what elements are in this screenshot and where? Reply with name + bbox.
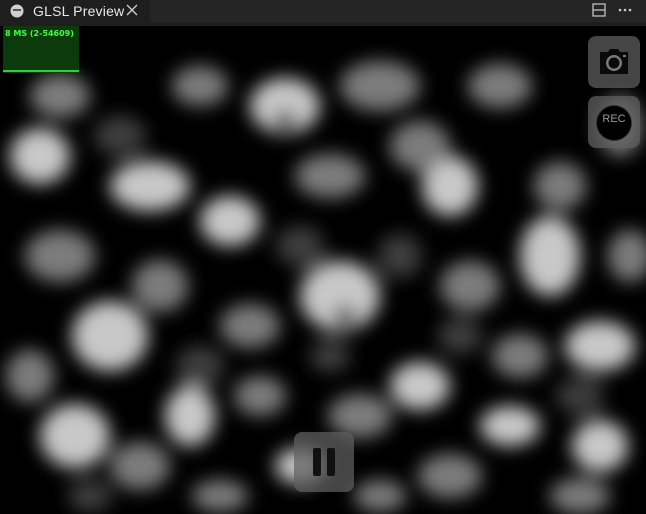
editor-tab-bar: GLSL Preview: [0, 0, 646, 22]
pause-bar-right: [327, 448, 335, 476]
more-actions-icon[interactable]: [617, 2, 633, 18]
glsl-preview-icon: [10, 4, 24, 18]
record-label: REC: [602, 113, 626, 125]
record-button[interactable]: REC: [588, 96, 640, 148]
split-editor-icon[interactable]: [591, 2, 607, 18]
camera-icon: [600, 49, 628, 74]
screenshot-button[interactable]: [588, 36, 640, 88]
pause-bar-left: [313, 448, 321, 476]
frame-time-readout: 8 MS (2-54609): [5, 29, 74, 38]
frame-time-graph: [3, 70, 79, 72]
tab-glsl-preview[interactable]: GLSL Preview: [0, 0, 150, 22]
tab-title: GLSL Preview: [33, 3, 125, 19]
close-icon[interactable]: [124, 2, 140, 18]
pause-button[interactable]: [294, 432, 354, 492]
shader-preview-canvas[interactable]: 8 MS (2-54609) REC: [0, 26, 646, 514]
fps-stats-panel: 8 MS (2-54609): [3, 26, 79, 73]
